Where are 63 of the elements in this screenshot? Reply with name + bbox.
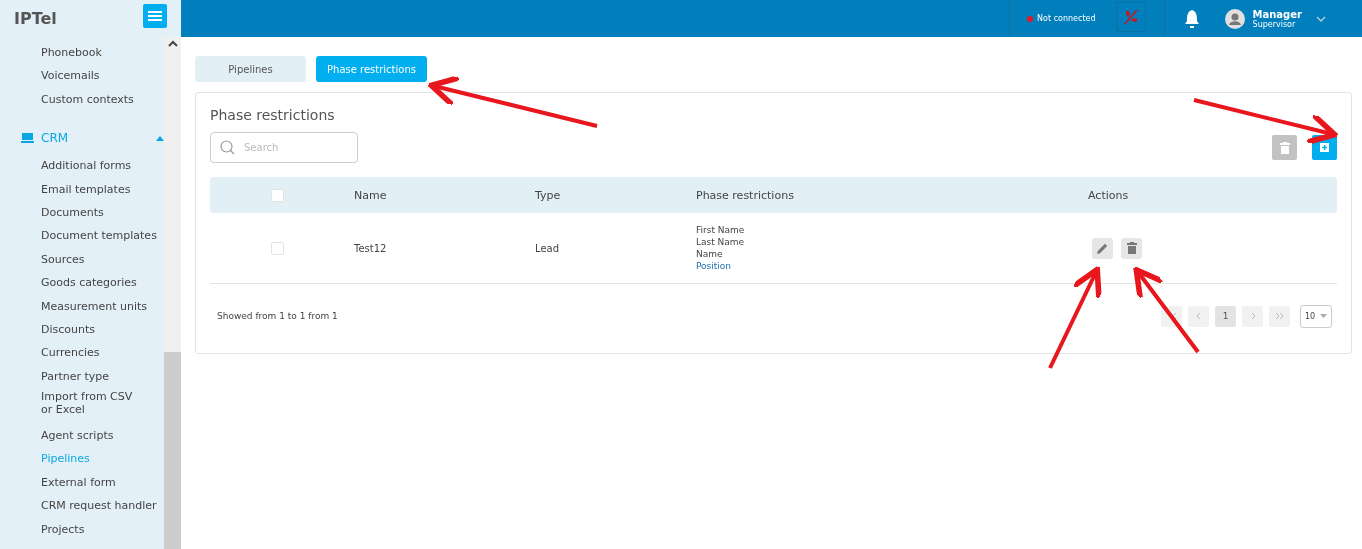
caret-up-icon	[156, 135, 164, 141]
phone-button[interactable]	[1115, 2, 1146, 32]
edit-button[interactable]	[1092, 237, 1113, 259]
last-page-icon	[1274, 312, 1285, 320]
sidebar-item[interactable]: Goods categories	[0, 271, 164, 295]
checkbox[interactable]	[271, 241, 284, 255]
plus-icon	[1320, 143, 1329, 152]
sidebar-item[interactable]: Phonebook	[0, 41, 164, 65]
page-size-select[interactable]: 10	[1300, 304, 1332, 328]
tab[interactable]: Pipelines	[195, 56, 306, 82]
sidebar-item[interactable]: Partner type	[0, 364, 164, 389]
phone-off-icon	[1122, 9, 1139, 25]
restriction-field: First Name	[696, 224, 1088, 236]
sidebar-item[interactable]: Discounts	[0, 317, 164, 342]
pencil-icon	[1097, 242, 1108, 254]
sidebar-item[interactable]: Custom contexts	[0, 87, 164, 112]
last-page-button[interactable]	[1269, 305, 1290, 327]
sidebar-item[interactable]: Voicemails	[0, 64, 164, 88]
sidebar-item[interactable]: External form	[0, 470, 164, 495]
restriction-field: Name	[696, 248, 1088, 260]
sidebar-item[interactable]: Agent scripts	[0, 424, 164, 448]
table-cell-text: Test12	[354, 242, 388, 254]
sidebar-item[interactable]: Additional forms	[0, 154, 164, 178]
sidebar-item[interactable]: Projects	[0, 517, 164, 542]
user-name: Manager	[1252, 8, 1302, 20]
column-header: Name	[354, 188, 388, 202]
bell-icon[interactable]	[1183, 8, 1200, 29]
sidebar-item[interactable]: Sources	[0, 247, 164, 272]
user-menu[interactable]: Manager Supervisor	[1224, 0, 1362, 37]
avatar-icon	[1224, 8, 1245, 29]
restriction-field: Last Name	[696, 236, 1088, 248]
sidebar-item[interactable]: Document templates	[0, 224, 164, 248]
previous-page-button[interactable]	[1188, 305, 1209, 327]
search-field[interactable]: Search	[210, 132, 358, 163]
column-header: Actions	[1088, 188, 1130, 202]
scrollbar[interactable]	[164, 37, 181, 549]
scroll-up-icon[interactable]	[167, 40, 178, 47]
dropdown-arrow-icon	[1320, 314, 1327, 318]
user-role: Supervisor	[1252, 19, 1296, 29]
menu-icon	[148, 10, 162, 21]
delete-button[interactable]	[1121, 237, 1142, 259]
page-button[interactable]: 1	[1215, 305, 1236, 327]
checkbox[interactable]	[271, 188, 284, 202]
connection-status: Not connected	[1037, 14, 1096, 23]
app-logo: IPTel	[14, 9, 57, 28]
trash-icon	[1126, 242, 1137, 254]
sidebar-item[interactable]: CRM request handler	[0, 494, 164, 518]
monitor-icon	[21, 133, 34, 144]
column-header: Phase restrictions	[696, 188, 795, 202]
sidebar-item[interactable]: Import from CSV or Excel	[0, 388, 141, 425]
panel-title: Phase restrictions	[210, 107, 336, 123]
sidebar-item[interactable]: Documents	[0, 200, 164, 225]
trash-icon	[1279, 141, 1290, 154]
sidebar-item[interactable]: Currencies	[0, 341, 164, 365]
column-header: Type	[535, 188, 562, 202]
pagination-info: Showed from 1 to 1 from 1	[217, 311, 338, 321]
sidebar-item[interactable]: Measurement units	[0, 294, 164, 318]
chevron-down-icon	[1316, 15, 1326, 22]
table-cell-text: Lead	[535, 242, 561, 254]
next-page-button[interactable]	[1242, 305, 1263, 327]
sidebar-item[interactable]: Email templates	[0, 177, 164, 201]
restriction-field: Position	[696, 260, 1088, 272]
menu-button[interactable]	[143, 3, 167, 28]
